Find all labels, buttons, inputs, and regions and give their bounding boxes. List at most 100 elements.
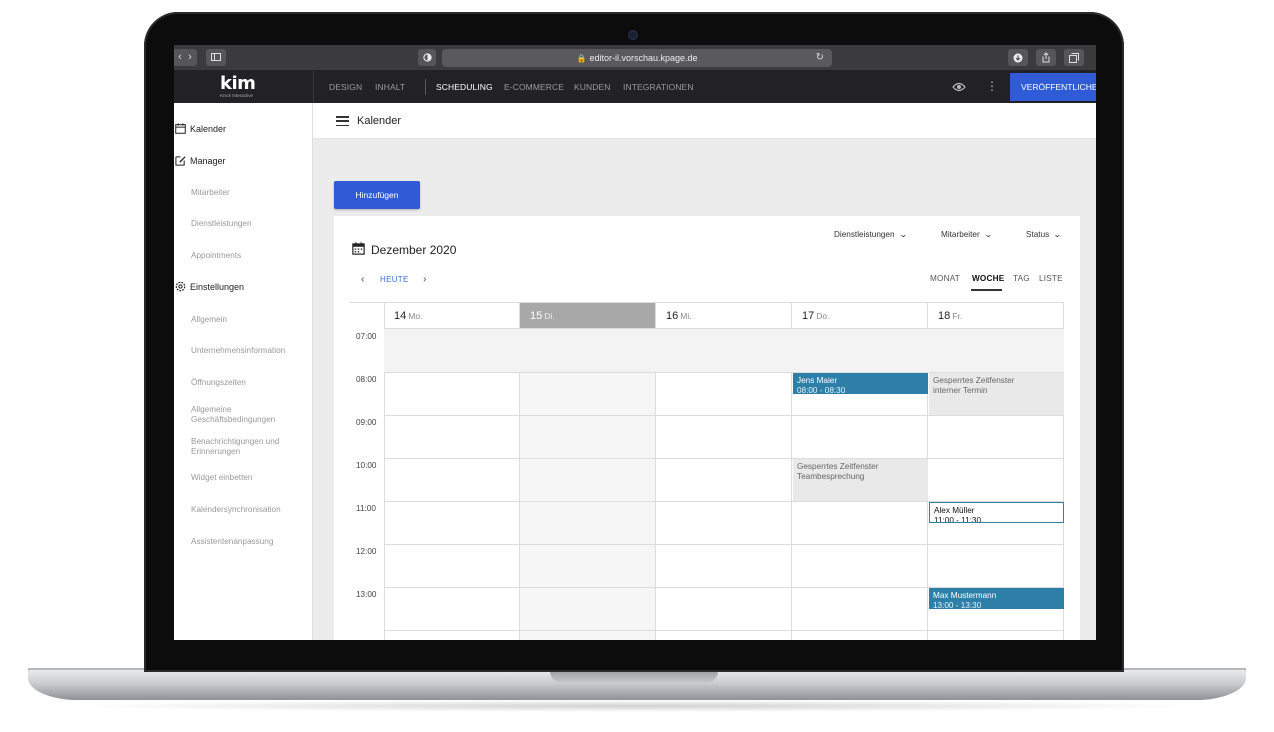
shield-icon bbox=[422, 53, 432, 62]
filter-status[interactable]: Status ⌄ bbox=[1026, 230, 1062, 239]
chevron-down-icon: ⌄ bbox=[1053, 230, 1062, 239]
active-view-indicator bbox=[971, 289, 1002, 291]
sidebar-item-unternehmensinformation[interactable]: Unternehmensinformation bbox=[191, 346, 309, 356]
download-icon bbox=[1013, 53, 1023, 62]
url-text: editor-il.vorschau.kpage.de bbox=[589, 53, 698, 63]
hour-line bbox=[384, 544, 1064, 545]
weekday-label: Do. bbox=[816, 311, 830, 321]
downloads-button[interactable] bbox=[1008, 49, 1028, 66]
sidebar-item-appointments[interactable]: Appointments bbox=[191, 251, 309, 261]
sidebar-item-oeffnungszeiten[interactable]: Öffnungszeiten bbox=[191, 378, 309, 388]
sidebar-item-assistentenanpassung[interactable]: Assistentenanpassung bbox=[191, 537, 309, 547]
time-label: 12:00 bbox=[356, 547, 377, 556]
weekday-label: Di. bbox=[544, 311, 555, 321]
edit-icon bbox=[175, 156, 186, 166]
sidebar-item-mitarbeiter[interactable]: Mitarbeiter bbox=[191, 188, 309, 198]
calendar-icon bbox=[352, 242, 365, 255]
url-bar[interactable]: 🔒 editor-il.vorschau.kpage.de ↻ bbox=[442, 49, 832, 67]
day-column[interactable] bbox=[520, 329, 656, 640]
chevron-down-icon: ⌄ bbox=[983, 230, 993, 239]
share-button[interactable] bbox=[1036, 49, 1056, 66]
sidebar-item-widget[interactable]: Widget einbetten bbox=[191, 473, 309, 483]
day-header-16[interactable]: 16 Mi. bbox=[656, 302, 792, 329]
chevron-right-icon[interactable]: › bbox=[423, 274, 426, 285]
day-header-14[interactable]: 14 Mo. bbox=[384, 302, 520, 329]
tabs-icon bbox=[1069, 52, 1079, 63]
view-tab-woche[interactable]: WOCHE bbox=[972, 274, 1004, 283]
appointment-event[interactable]: Max Mustermann 13:00 - 13:30 bbox=[929, 588, 1064, 609]
appointment-event[interactable]: Alex Müller 11:00 - 11:30 bbox=[929, 502, 1064, 523]
screen: ‹ › 🔒 editor-il.vorschau.kpage.de ↻ kim K… bbox=[174, 45, 1096, 640]
nav-scheduling[interactable]: SCHEDULING bbox=[436, 82, 493, 92]
nav-kunden[interactable]: KUNDEN bbox=[574, 82, 611, 92]
view-tab-liste[interactable]: LISTE bbox=[1039, 274, 1063, 283]
blocked-slot[interactable]: Gesperrtes Zeitfenster Teambesprechung bbox=[793, 459, 928, 501]
logo[interactable]: kim Knick Interactive bbox=[174, 71, 314, 103]
privacy-button[interactable] bbox=[418, 49, 436, 66]
filter-dienstleistungen[interactable]: Dienstleistungen ⌄ bbox=[834, 230, 908, 239]
nav-inhalt[interactable]: INHALT bbox=[375, 82, 405, 92]
view-tab-tag[interactable]: TAG bbox=[1013, 274, 1030, 283]
day-header-17[interactable]: 17 Do. bbox=[792, 302, 928, 329]
day-number: 16 bbox=[666, 310, 679, 322]
sidebar-item-allgemein[interactable]: Allgemein bbox=[191, 315, 309, 325]
blocked-slot[interactable]: Gesperrtes Zeitfenster interner Termin bbox=[929, 373, 1064, 415]
sidebar-item-label: Einstellungen bbox=[190, 281, 245, 292]
sidebar-item-kalendersynchronisation[interactable]: Kalendersynchronisation bbox=[191, 505, 309, 515]
event-title: Gesperrtes Zeitfenster bbox=[933, 376, 1015, 385]
logo-subtitle: Knick Interactive bbox=[220, 93, 254, 98]
eye-icon[interactable] bbox=[952, 81, 966, 93]
filter-label: Status bbox=[1026, 230, 1050, 239]
event-title: Jens Maier bbox=[797, 376, 838, 385]
sidebar-item-manager[interactable]: Manager bbox=[175, 155, 226, 166]
page-title: Kalender bbox=[357, 115, 402, 127]
lock-icon: 🔒 bbox=[576, 54, 587, 63]
event-detail: 13:00 - 13:30 bbox=[933, 601, 982, 609]
menu-icon[interactable] bbox=[336, 116, 349, 127]
sidebar-item-einstellungen[interactable]: Einstellungen bbox=[175, 281, 244, 292]
view-tab-monat[interactable]: MONAT bbox=[930, 274, 960, 283]
hour-line bbox=[384, 630, 1064, 631]
forward-button[interactable]: › bbox=[183, 49, 197, 66]
day-header-15[interactable]: 15 Di. bbox=[520, 302, 656, 329]
event-title: Alex Müller bbox=[934, 506, 975, 515]
hour-line bbox=[384, 415, 1064, 416]
nav-e-commerce[interactable]: E-COMMERCE bbox=[504, 82, 564, 92]
sidebar-item-benachrichtigungen[interactable]: Benachrichtigungen und Erinnerungen bbox=[191, 437, 291, 457]
filter-label: Mitarbeiter bbox=[941, 230, 980, 239]
publish-button[interactable]: VERÖFFENTLICHEN bbox=[1010, 73, 1096, 101]
day-header-18[interactable]: 18 Fr. bbox=[928, 302, 1064, 329]
day-number: 18 bbox=[938, 310, 951, 322]
sidebar-item-label: Kalender bbox=[190, 123, 227, 134]
day-column[interactable] bbox=[656, 329, 792, 640]
chevron-down-icon: ⌄ bbox=[898, 230, 908, 239]
nav-design[interactable]: DESIGN bbox=[329, 82, 362, 92]
event-detail: 11:00 - 11:30 bbox=[934, 516, 982, 523]
event-title: Gesperrtes Zeitfenster bbox=[797, 462, 879, 471]
time-label: 10:00 bbox=[356, 461, 377, 470]
day-column[interactable] bbox=[384, 329, 520, 640]
weekday-label: Mo. bbox=[408, 311, 423, 321]
add-button[interactable]: Hinzufügen bbox=[334, 181, 420, 209]
time-label: 07:00 bbox=[356, 332, 377, 341]
sidebar-toggle-button[interactable] bbox=[206, 49, 226, 66]
more-menu-icon[interactable]: ⋮ bbox=[986, 80, 998, 92]
calendar-card: Dienstleistungen ⌄ Mitarbeiter ⌄ Status ⌄ D… bbox=[334, 216, 1080, 640]
filter-label: Dienstleistungen bbox=[834, 230, 895, 239]
grid-border bbox=[350, 302, 384, 303]
camera-icon bbox=[628, 30, 638, 40]
sidebar-item-agb[interactable]: Allgemeine Geschäftsbedingungen bbox=[191, 405, 291, 425]
past-hours-shade bbox=[384, 329, 1064, 372]
nav-integrationen[interactable]: INTEGRATIONEN bbox=[623, 82, 694, 92]
sidebar-item-kalender[interactable]: Kalender bbox=[175, 123, 226, 134]
chevron-left-icon[interactable]: ‹ bbox=[361, 274, 364, 285]
filter-mitarbeiter[interactable]: Mitarbeiter ⌄ bbox=[941, 230, 993, 239]
nav-divider bbox=[425, 79, 426, 95]
appointment-event[interactable]: Jens Maier 08:00 - 08:30 bbox=[793, 373, 928, 394]
reload-icon[interactable]: ↻ bbox=[816, 49, 824, 67]
hour-line bbox=[384, 458, 1064, 459]
tabs-button[interactable] bbox=[1064, 49, 1084, 66]
event-detail: interner Termin bbox=[933, 386, 988, 395]
sidebar-item-dienstleistungen[interactable]: Dienstleistungen bbox=[191, 219, 309, 229]
today-button[interactable]: HEUTE bbox=[380, 275, 409, 284]
